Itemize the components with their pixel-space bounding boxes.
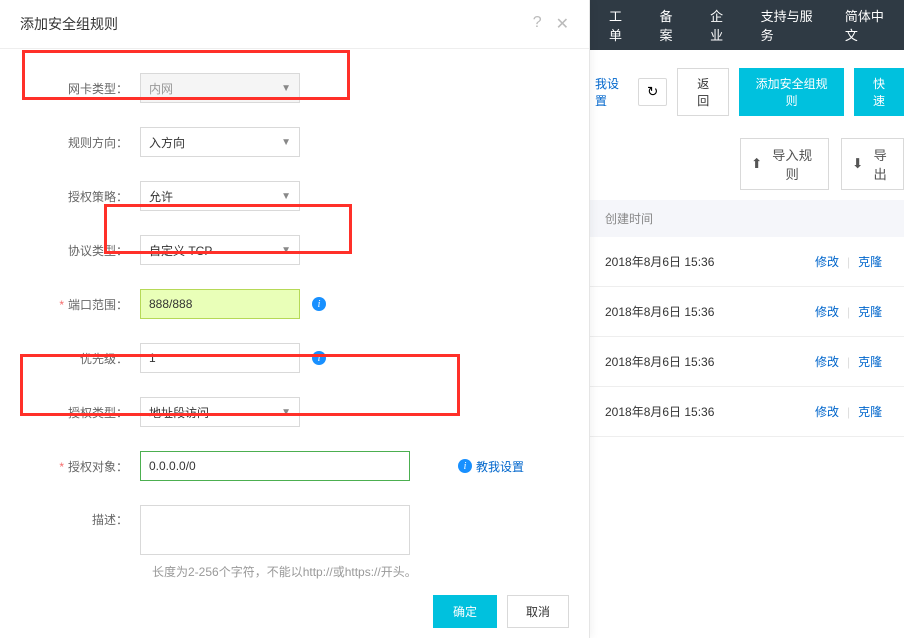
label-nic-type: 网卡类型： — [30, 80, 140, 97]
field-auth-type: 授权类型： 地址段访问 ▼ — [30, 397, 559, 427]
field-priority: 优先级： i — [30, 343, 559, 373]
modal-header: 添加安全组规则 ? ✕ — [0, 0, 589, 49]
chevron-down-icon: ▼ — [281, 245, 291, 256]
export-rules-button[interactable]: ⬇ 导出 — [841, 138, 904, 190]
nav-item[interactable]: 工单 — [595, 6, 646, 44]
close-icon[interactable]: ✕ — [556, 14, 569, 34]
info-icon[interactable]: i — [312, 351, 326, 365]
select-nic-type: 内网 ▼ — [140, 73, 300, 103]
label-priority: 优先级： — [30, 350, 140, 367]
modal-title: 添加安全组规则 — [20, 14, 118, 34]
select-value: 允许 — [149, 188, 173, 205]
select-auth-type[interactable]: 地址段访问 ▼ — [140, 397, 300, 427]
textarea-description[interactable] — [140, 505, 410, 555]
help-icon[interactable]: ? — [533, 14, 542, 34]
info-icon[interactable]: i — [312, 297, 326, 311]
settings-link[interactable]: 我设置 — [595, 75, 628, 109]
add-rule-modal: 添加安全组规则 ? ✕ 网卡类型： 内网 ▼ 规则方向： 入方向 ▼ 授权策略：… — [0, 0, 590, 638]
description-hint: 长度为2-256个字符，不能以http://或https://开头。 — [140, 563, 559, 580]
upload-icon: ⬆ — [751, 156, 762, 172]
field-auth-object: 授权对象： i 教我设置 — [30, 451, 559, 481]
select-value: 内网 — [149, 80, 173, 97]
select-protocol[interactable]: 自定义 TCP ▼ — [140, 235, 300, 265]
separator: | — [847, 255, 850, 269]
nav-item[interactable]: 企业 — [696, 6, 747, 44]
separator: | — [847, 355, 850, 369]
chevron-down-icon: ▼ — [281, 83, 291, 94]
select-value: 自定义 TCP — [149, 242, 212, 259]
row-date: 2018年8月6日 15:36 — [605, 303, 815, 320]
nav-item[interactable]: 备案 — [646, 6, 697, 44]
row-date: 2018年8月6日 15:36 — [605, 403, 815, 420]
input-port-range[interactable] — [140, 289, 300, 319]
field-direction: 规则方向： 入方向 ▼ — [30, 127, 559, 157]
header-created: 创建时间 — [605, 212, 653, 226]
modify-link[interactable]: 修改 — [815, 403, 839, 420]
row-date: 2018年8月6日 15:36 — [605, 353, 815, 370]
refresh-icon: ↻ — [647, 84, 658, 100]
input-priority[interactable] — [140, 343, 300, 373]
field-nic-type: 网卡类型： 内网 ▼ — [30, 73, 559, 103]
clone-link[interactable]: 克隆 — [858, 253, 882, 270]
label-auth-type: 授权类型： — [30, 404, 140, 421]
chevron-down-icon: ▼ — [281, 137, 291, 148]
add-rule-button[interactable]: 添加安全组规则 — [739, 68, 844, 116]
modify-link[interactable]: 修改 — [815, 303, 839, 320]
select-value: 地址段访问 — [149, 404, 209, 421]
import-label: 导入规则 — [766, 145, 818, 183]
clone-link[interactable]: 克隆 — [858, 303, 882, 320]
download-icon: ⬇ — [852, 156, 863, 172]
label-port-range: 端口范围： — [30, 296, 140, 313]
field-policy: 授权策略： 允许 ▼ — [30, 181, 559, 211]
back-button[interactable]: 返回 — [677, 68, 729, 116]
nav-item[interactable]: 简体中文 — [831, 6, 904, 44]
chevron-down-icon: ▼ — [281, 407, 291, 418]
label-auth-object: 授权对象： — [30, 458, 140, 475]
cancel-button[interactable]: 取消 — [507, 595, 569, 628]
clone-link[interactable]: 克隆 — [858, 353, 882, 370]
label-description: 描述： — [30, 505, 140, 528]
label-policy: 授权策略： — [30, 188, 140, 205]
row-date: 2018年8月6日 15:36 — [605, 253, 815, 270]
modify-link[interactable]: 修改 — [815, 253, 839, 270]
select-value: 入方向 — [149, 134, 185, 151]
ok-button[interactable]: 确定 — [433, 595, 497, 628]
help-link-text: 教我设置 — [476, 458, 524, 475]
field-description: 描述： — [30, 505, 559, 555]
select-policy[interactable]: 允许 ▼ — [140, 181, 300, 211]
help-link[interactable]: i 教我设置 — [418, 458, 524, 475]
modify-link[interactable]: 修改 — [815, 353, 839, 370]
select-direction[interactable]: 入方向 ▼ — [140, 127, 300, 157]
input-auth-object[interactable] — [140, 451, 410, 481]
label-protocol: 协议类型： — [30, 242, 140, 259]
info-icon: i — [458, 459, 472, 473]
separator: | — [847, 405, 850, 419]
quick-button[interactable]: 快速 — [854, 68, 904, 116]
modal-body: 网卡类型： 内网 ▼ 规则方向： 入方向 ▼ 授权策略： 允许 ▼ 协议类型： … — [0, 49, 589, 590]
import-rules-button[interactable]: ⬆ 导入规则 — [740, 138, 829, 190]
field-port-range: 端口范围： i — [30, 289, 559, 319]
chevron-down-icon: ▼ — [281, 191, 291, 202]
field-protocol: 协议类型： 自定义 TCP ▼ — [30, 235, 559, 265]
nav-item[interactable]: 支持与服务 — [747, 6, 831, 44]
clone-link[interactable]: 克隆 — [858, 403, 882, 420]
modal-footer: 确定 取消 — [433, 595, 569, 628]
label-direction: 规则方向： — [30, 134, 140, 151]
refresh-button[interactable]: ↻ — [638, 78, 667, 106]
separator: | — [847, 305, 850, 319]
export-label: 导出 — [867, 145, 893, 183]
